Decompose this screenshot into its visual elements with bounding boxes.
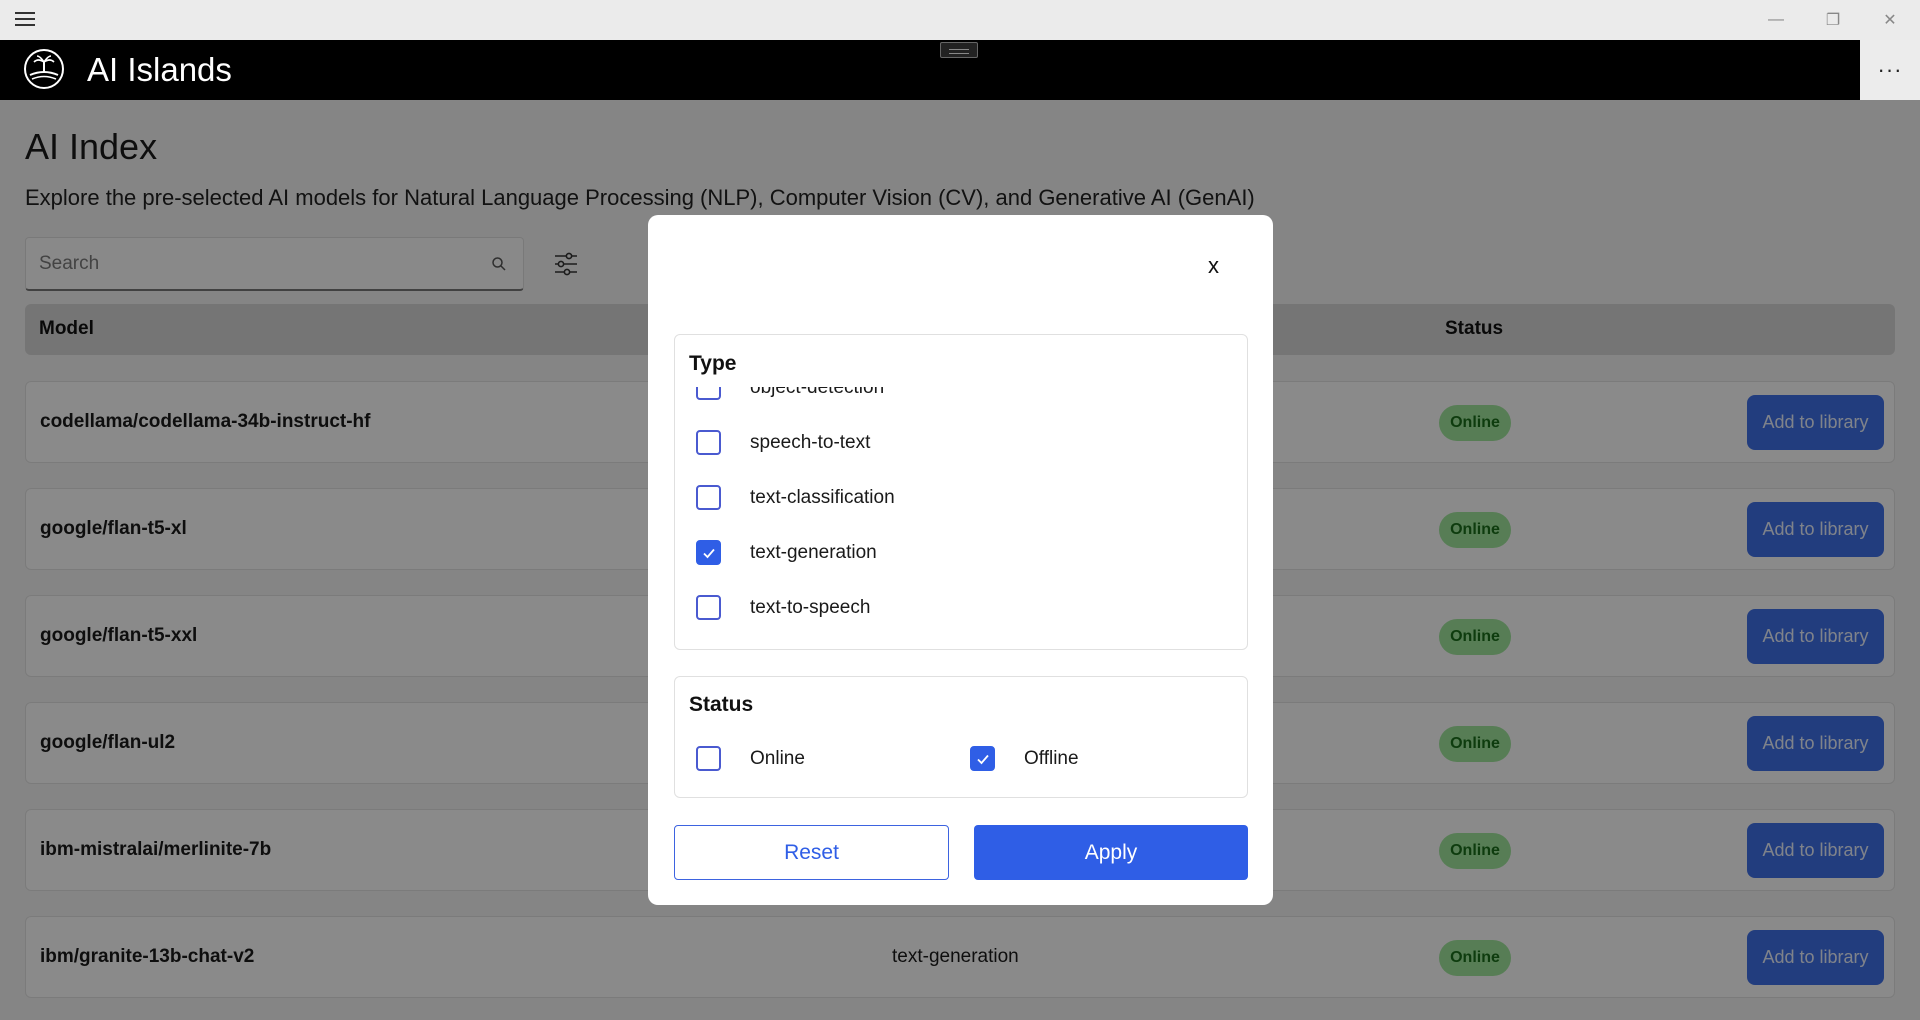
type-options-list[interactable]: object-detection speech-to-text text-cla…	[675, 387, 1247, 649]
type-option-speech-to-text[interactable]: speech-to-text	[696, 430, 870, 455]
option-label: text-to-speech	[750, 596, 871, 618]
logo-icon	[24, 49, 64, 89]
checkbox[interactable]	[696, 430, 721, 455]
checkbox-checked[interactable]	[970, 746, 995, 771]
type-group-title: Type	[689, 352, 737, 375]
type-option-text-to-speech[interactable]: text-to-speech	[696, 595, 870, 620]
checkbox[interactable]	[696, 387, 721, 400]
checkbox[interactable]	[696, 595, 721, 620]
status-group-title: Status	[689, 693, 754, 716]
close-dialog-button[interactable]: x	[1208, 253, 1219, 279]
option-label: Offline	[1024, 747, 1079, 769]
reset-button[interactable]: Reset	[674, 825, 949, 880]
type-option-text-generation[interactable]: text-generation	[696, 540, 877, 565]
checkbox[interactable]	[696, 485, 721, 510]
checkbox-checked[interactable]	[696, 540, 721, 565]
type-filter-group: Type object-detection speech-to-text tex…	[674, 334, 1248, 650]
option-label: text-classification	[750, 486, 895, 508]
type-option-object-detection[interactable]: object-detection	[696, 387, 884, 400]
filter-dialog: x Type object-detection speech-to-text t…	[648, 215, 1273, 905]
option-label: object-detection	[750, 387, 885, 398]
hamburger-icon[interactable]	[15, 12, 35, 28]
minimize-button[interactable]: —	[1748, 0, 1804, 40]
status-filter-group: Status Online Offline	[674, 676, 1248, 798]
option-label: Online	[750, 747, 805, 769]
option-label: speech-to-text	[750, 431, 871, 453]
maximize-button[interactable]: ❐	[1805, 0, 1861, 40]
type-option-text-classification[interactable]: text-classification	[696, 485, 895, 510]
close-window-button[interactable]: ✕	[1862, 0, 1918, 40]
checkbox[interactable]	[696, 746, 721, 771]
more-icon[interactable]: ···	[1860, 40, 1920, 100]
status-option-online[interactable]: Online	[696, 746, 805, 771]
check-icon	[702, 548, 715, 558]
check-icon	[976, 754, 989, 764]
drag-handle[interactable]	[940, 42, 978, 58]
option-label: text-generation	[750, 541, 877, 563]
apply-button[interactable]: Apply	[974, 825, 1248, 880]
window-titlebar: — ❐ ✕	[0, 0, 1920, 40]
app-header: AI Islands	[0, 40, 1860, 100]
status-option-offline[interactable]: Offline	[970, 746, 1079, 771]
app-title: AI Islands	[87, 51, 232, 88]
